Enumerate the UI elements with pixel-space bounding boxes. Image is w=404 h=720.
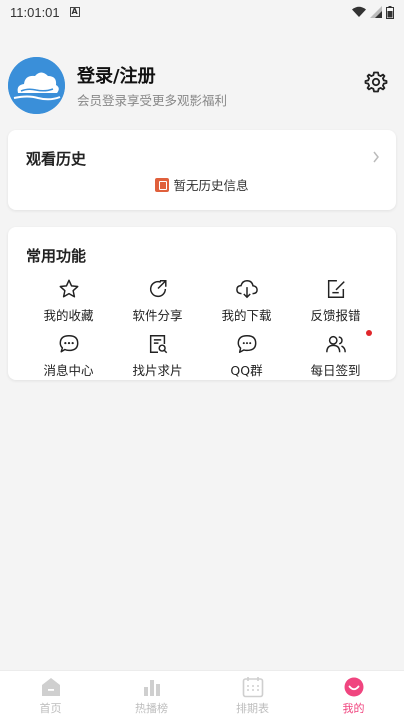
daily-checkin-button[interactable]: 每日签到 (291, 330, 380, 379)
nav-ranking[interactable]: 热播榜 (101, 671, 202, 720)
login-register-link[interactable]: 登录/注册 (77, 62, 156, 88)
history-empty-text: 暂无历史信息 (173, 178, 249, 193)
calendar-icon (242, 676, 264, 698)
home-icon (40, 676, 62, 698)
wifi-icon (352, 6, 366, 17)
func-label: 找片求片 (132, 363, 183, 378)
search-film-icon (146, 332, 170, 356)
func-label: QQ群 (230, 363, 263, 378)
nav-home[interactable]: 首页 (0, 671, 101, 720)
signal-icon (370, 6, 382, 18)
cloud-logo-icon (8, 57, 65, 114)
users-icon (324, 332, 348, 356)
status-time: 11:01:01 (10, 4, 60, 20)
func-label: 我的收藏 (43, 308, 94, 323)
functions-grid: 我的收藏 软件分享 我的下载 反馈报错 消息中心 找片求片 QQ群 每日签到 (8, 277, 396, 379)
share-icon (146, 277, 170, 301)
star-icon (57, 277, 81, 301)
smile-icon (343, 676, 365, 698)
functions-title: 常用功能 (26, 247, 87, 265)
func-label: 软件分享 (132, 308, 183, 323)
feedback-button[interactable]: 反馈报错 (291, 277, 380, 324)
message-icon (57, 332, 81, 356)
notification-dot (366, 330, 372, 336)
login-subtitle: 会员登录享受更多观影福利 (77, 93, 228, 108)
share-app-button[interactable]: 软件分享 (113, 277, 202, 324)
gear-icon[interactable] (364, 70, 388, 94)
message-center-button[interactable]: 消息中心 (24, 332, 113, 379)
func-label: 反馈报错 (310, 308, 361, 323)
feedback-edit-icon (324, 277, 348, 301)
chevron-right-icon[interactable] (372, 151, 380, 163)
battery-icon (386, 5, 394, 19)
downloads-button[interactable]: 我的下载 (202, 277, 291, 324)
history-title: 观看历史 (26, 150, 87, 168)
qq-group-button[interactable]: QQ群 (202, 332, 291, 379)
profile-header[interactable]: 登录/注册 会员登录享受更多观影福利 (0, 52, 404, 122)
nav-label: 排期表 (236, 701, 269, 715)
func-label: 每日签到 (310, 363, 361, 378)
nav-label: 我的 (342, 701, 365, 715)
func-label: 我的下载 (221, 308, 272, 323)
cloud-download-icon (235, 277, 259, 301)
request-film-button[interactable]: 找片求片 (113, 332, 202, 379)
chat-group-icon (235, 332, 259, 356)
nav-schedule[interactable]: 排期表 (202, 671, 303, 720)
ranking-icon (141, 676, 163, 698)
common-functions-card: 常用功能 我的收藏 软件分享 我的下载 反馈报错 消息中心 找片求片 QQ群 每… (8, 227, 396, 380)
status-bar: 11:01:01 A (0, 0, 404, 24)
history-empty-state: 暂无历史信息 (8, 175, 396, 194)
nav-label: 首页 (39, 701, 62, 715)
func-label: 消息中心 (43, 363, 94, 378)
bottom-nav: 首页 热播榜 排期表 我的 (0, 670, 404, 720)
favorites-button[interactable]: 我的收藏 (24, 277, 113, 324)
history-book-icon (155, 177, 170, 192)
watch-history-card[interactable]: 观看历史 暂无历史信息 (8, 130, 396, 210)
nav-mine[interactable]: 我的 (303, 671, 404, 720)
avatar[interactable] (8, 57, 65, 114)
nav-label: 热播榜 (135, 701, 168, 715)
notification-badge: A (69, 7, 80, 17)
